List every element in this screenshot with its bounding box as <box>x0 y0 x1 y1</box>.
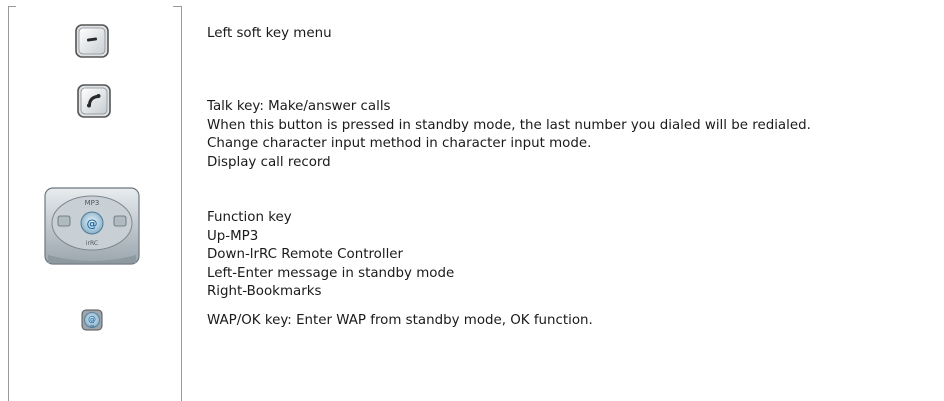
description-line: Display call record <box>207 154 331 170</box>
function-key-icon: MP3 @ irRC <box>44 187 140 269</box>
function-key-irrc-label: irRC <box>86 240 98 247</box>
wap-ok-key-icon: @ OK <box>81 309 103 335</box>
function-key-description: Function key Up-MP3 Down-lrRC Remote Con… <box>207 209 913 302</box>
column-divider-tick <box>173 6 181 7</box>
description-line: Up-MP3 <box>207 228 259 244</box>
talk-key-description: Talk key: Make/answer calls When this bu… <box>207 98 913 172</box>
left-border-tick <box>8 6 16 7</box>
description-line: When this button is pressed in standby m… <box>207 117 811 133</box>
left-soft-key-description: Left soft key menu <box>207 25 913 44</box>
wap-ok-key-description: WAP/OK key: Enter WAP from standby mode,… <box>207 312 913 331</box>
description-line: Left-Enter message in standby mode <box>207 265 455 281</box>
function-key-at-glyph: @ <box>87 217 98 230</box>
function-key-mp3-label: MP3 <box>85 199 100 207</box>
talk-key-icon <box>77 84 111 122</box>
description-line: Function key <box>207 210 292 225</box>
description-line: Down-lrRC Remote Controller <box>207 247 404 263</box>
description-line: Talk key: Make/answer calls <box>207 99 391 114</box>
description-line: WAP/OK key: Enter WAP from standby mode,… <box>207 313 593 328</box>
description-line: Left soft key menu <box>207 26 332 41</box>
description-line: Right-Bookmarks <box>207 284 322 300</box>
description-line: Change character input method in charact… <box>207 136 592 152</box>
wap-ok-at-glyph: @ <box>88 315 96 324</box>
left-soft-key-icon <box>75 24 109 62</box>
left-border-line <box>8 6 9 401</box>
column-divider-line <box>181 6 182 401</box>
